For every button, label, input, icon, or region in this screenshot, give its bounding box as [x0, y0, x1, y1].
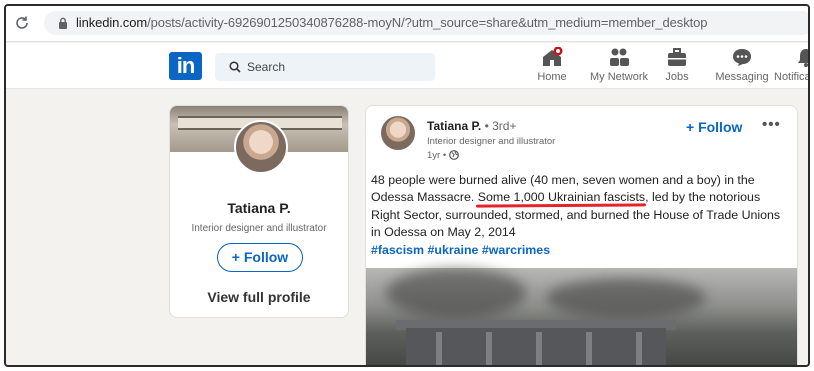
profile-follow-button[interactable]: + Follow [217, 243, 303, 272]
linkedin-logo[interactable]: in [169, 52, 202, 80]
nav-notifications[interactable]: Notificat [774, 47, 810, 87]
post-card: Tatiana P. • 3rd+ Interior designer and … [365, 105, 798, 365]
building-pillar [436, 332, 442, 365]
post-follow-button[interactable]: + Follow [686, 119, 742, 135]
url-host: linkedin.com [76, 15, 148, 30]
screenshot-frame: linkedin.com/posts/activity-692690125034… [4, 4, 810, 367]
nav-messaging[interactable]: Messaging [714, 47, 770, 87]
post-author-avatar[interactable] [381, 116, 415, 150]
profile-headline: Interior designer and illustrator [191, 223, 327, 234]
reload-icon[interactable] [14, 15, 30, 31]
smoke-cloud [546, 278, 706, 318]
connection-degree: • 3rd+ [484, 119, 517, 133]
linkedin-top-nav: in Search Home My Network Jobs Messaging… [6, 43, 808, 89]
building-pillar [486, 332, 492, 365]
post-timestamp: 1yr • [427, 150, 459, 161]
post-author[interactable]: Tatiana P. • 3rd+ [427, 119, 516, 133]
lock-icon[interactable] [58, 17, 68, 29]
nav-notifications-label: Notificat [774, 71, 810, 83]
search-placeholder: Search [247, 60, 286, 74]
profile-avatar[interactable] [234, 120, 288, 174]
nav-home[interactable]: Home [534, 47, 570, 87]
post-author-headline: Interior designer and illustrator [427, 136, 556, 147]
profile-card: Tatiana P. Interior designer and illustr… [169, 105, 349, 318]
browser-address-bar: linkedin.com/posts/activity-692690125034… [6, 6, 808, 42]
briefcase-icon [668, 48, 686, 66]
more-options-icon[interactable]: ••• [762, 116, 781, 133]
search-box[interactable]: Search [215, 53, 435, 81]
nav-my-network[interactable]: My Network [586, 47, 652, 87]
post-image[interactable] [366, 268, 797, 365]
network-icon [610, 48, 629, 66]
messaging-icon [733, 49, 751, 66]
nav-jobs-label: Jobs [665, 71, 689, 83]
smoke-cloud [386, 268, 526, 318]
nav-home-label: Home [537, 71, 567, 83]
post-text-underlined: Some 1,000 Ukrainian fascists, [474, 190, 649, 205]
post-text: 48 people were burned alive (40 men, sev… [371, 172, 791, 259]
url-text[interactable]: linkedin.com/posts/activity-692690125034… [76, 15, 707, 30]
url-field[interactable]: linkedin.com/posts/activity-692690125034… [44, 11, 808, 35]
search-icon [229, 61, 241, 73]
post-time-text: 1yr • [427, 150, 447, 161]
nav-messaging-label: Messaging [715, 71, 769, 83]
profile-name[interactable]: Tatiana P. [170, 200, 348, 216]
nav-jobs[interactable]: Jobs [662, 47, 692, 87]
url-path: /posts/activity-6926901250340876288-moyN… [147, 15, 708, 30]
home-icon [543, 47, 563, 66]
bell-icon [798, 49, 808, 67]
building-pillar [586, 332, 592, 365]
building-pillar [536, 332, 542, 365]
building-pillar [636, 332, 642, 365]
post-hashtags[interactable]: #fascism #ukraine #warcrimes [371, 243, 550, 257]
globe-icon [448, 150, 459, 160]
nav-my-network-label: My Network [589, 71, 649, 83]
post-author-name[interactable]: Tatiana P. [427, 119, 481, 133]
view-full-profile-link[interactable]: View full profile [170, 289, 348, 305]
